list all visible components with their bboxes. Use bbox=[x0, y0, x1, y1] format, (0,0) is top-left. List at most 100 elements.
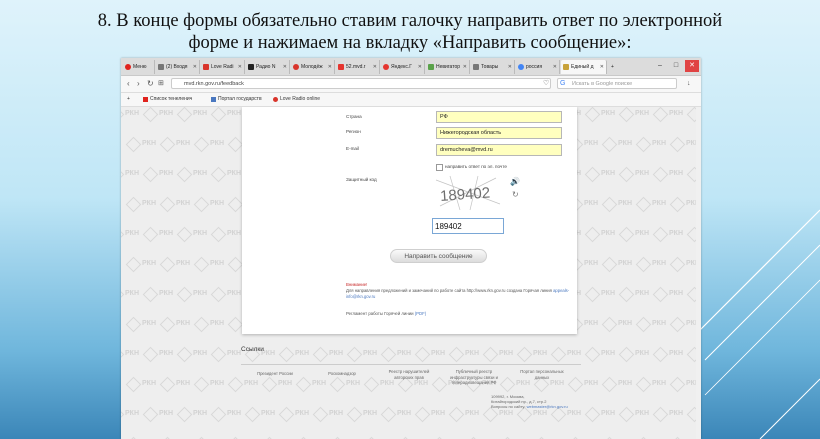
watermark-emblem bbox=[210, 286, 227, 303]
tab-close-icon[interactable]: ✕ bbox=[238, 60, 242, 74]
tab-yandex[interactable]: Яндекс.Г ✕ bbox=[381, 60, 425, 74]
footer-link-copyright-registry[interactable]: Реестр нарушителей авторских прав bbox=[379, 369, 439, 380]
back-icon[interactable]: ‹ bbox=[127, 79, 130, 89]
add-bookmark-icon[interactable]: + bbox=[127, 93, 130, 106]
tab-close-icon[interactable]: ✕ bbox=[508, 60, 512, 74]
watermark-text: РКН bbox=[584, 200, 598, 207]
tab-close-icon[interactable]: ✕ bbox=[373, 60, 377, 74]
minimize-icon[interactable]: – bbox=[653, 60, 667, 72]
search-box[interactable]: Искать в Google поиске bbox=[557, 78, 677, 89]
reply-by-email-checkbox[interactable] bbox=[436, 164, 443, 171]
tab-close-icon[interactable]: ✕ bbox=[193, 60, 197, 74]
captcha-code: 189402 bbox=[440, 184, 491, 204]
watermark-text: РКН bbox=[669, 290, 683, 297]
bookmark-item[interactable]: Список тенеленич bbox=[143, 93, 192, 106]
tab-opera-menu[interactable]: Меню bbox=[123, 60, 155, 74]
tab-unified-portal-active[interactable]: Единый д ✕ bbox=[561, 60, 607, 74]
footer-link-president[interactable]: Президент России bbox=[245, 371, 305, 377]
tab-love-radio[interactable]: Love Radi ✕ bbox=[201, 60, 245, 74]
speed-dial-icon[interactable]: ⊞ bbox=[158, 79, 164, 89]
watermark-text: РКН bbox=[125, 110, 139, 117]
tab-close-icon[interactable]: ✕ bbox=[418, 60, 422, 74]
download-icon[interactable]: ↓ bbox=[687, 79, 691, 89]
watermark-emblem bbox=[601, 316, 618, 333]
refresh-captcha-icon[interactable]: ↻ bbox=[512, 190, 519, 199]
watermark-emblem bbox=[125, 136, 142, 153]
watermark-text: РКН bbox=[567, 350, 581, 357]
regulation-pdf-link[interactable]: (PDF) bbox=[415, 311, 426, 316]
tab-mail[interactable]: (2) Входя ✕ bbox=[156, 60, 200, 74]
tab-mvd[interactable]: 52.mvd.r ✕ bbox=[336, 60, 380, 74]
bookmark-item[interactable]: Love Radio online bbox=[273, 93, 320, 106]
watermark-text: РКН bbox=[601, 350, 615, 357]
footer-link-rkn[interactable]: Роскомнадзор bbox=[317, 371, 367, 377]
watermark-emblem bbox=[125, 256, 142, 273]
watermark-text: РКН bbox=[499, 410, 513, 417]
watermark-emblem bbox=[584, 226, 601, 243]
watermark-emblem bbox=[584, 406, 601, 423]
map-pin-icon bbox=[383, 64, 389, 70]
watermark-emblem bbox=[482, 406, 499, 423]
close-window-icon[interactable]: ✕ bbox=[685, 60, 699, 72]
watermark-emblem bbox=[142, 107, 159, 123]
tab-google-russia[interactable]: россия ✕ bbox=[516, 60, 560, 74]
bookmark-item[interactable]: Портал государств bbox=[211, 93, 262, 106]
region-field[interactable]: Нижегородская область bbox=[436, 127, 562, 139]
email-label: E-mail bbox=[346, 146, 360, 151]
watermark-text: РКН bbox=[584, 380, 598, 387]
footer-contact-prefix: Вопросы по сайту: bbox=[491, 404, 526, 409]
captcha-input[interactable]: 189402 bbox=[432, 218, 504, 234]
watermark-text: РКН bbox=[193, 410, 207, 417]
watermark-emblem bbox=[159, 256, 176, 273]
watermark-emblem bbox=[312, 406, 329, 423]
tab-close-icon[interactable]: ✕ bbox=[328, 60, 332, 74]
email-field[interactable]: dremucheva@mvd.ru bbox=[436, 144, 562, 156]
watermark-text: РКН bbox=[635, 170, 649, 177]
watermark-emblem bbox=[652, 406, 669, 423]
watermark-text: РКН bbox=[142, 140, 156, 147]
watermark-emblem bbox=[121, 346, 125, 363]
watermark-emblem bbox=[618, 107, 635, 123]
watermark-text: РКН bbox=[533, 410, 547, 417]
tab-close-icon[interactable]: ✕ bbox=[463, 60, 467, 74]
tab-youth[interactable]: Молодёж ✕ bbox=[291, 60, 335, 74]
tab-radio[interactable]: Радио N ✕ bbox=[246, 60, 290, 74]
tab-close-icon[interactable]: ✕ bbox=[600, 60, 604, 74]
watermark-text: РКН bbox=[635, 290, 649, 297]
maximize-icon[interactable]: □ bbox=[669, 60, 683, 72]
tab-navigator[interactable]: Невигатор ✕ bbox=[426, 60, 470, 74]
forward-icon[interactable]: › bbox=[137, 79, 140, 89]
send-message-button[interactable]: Направить сообщение bbox=[390, 249, 487, 263]
watermark-emblem bbox=[121, 107, 125, 123]
watermark-emblem bbox=[601, 196, 618, 213]
watermark-text: РКН bbox=[635, 110, 649, 117]
heart-icon[interactable]: ♡ bbox=[543, 79, 549, 89]
watermark-text: РКН bbox=[176, 260, 190, 267]
links-divider bbox=[241, 364, 581, 365]
captcha-label: Защитный код bbox=[346, 177, 377, 182]
watermark-text: РКН bbox=[652, 200, 666, 207]
tab-close-icon[interactable]: ✕ bbox=[283, 60, 287, 74]
hotline-regulation: Регламент работы Горячей линии (PDF) bbox=[346, 311, 426, 316]
watermark-emblem bbox=[210, 166, 227, 183]
watermark-emblem bbox=[380, 346, 397, 363]
watermark-text: РКН bbox=[499, 350, 513, 357]
yandex-icon bbox=[338, 64, 344, 70]
watermark-text: РКН bbox=[176, 320, 190, 327]
footer-link-infrastructure-registry[interactable]: Публичный реестр инфраструктуры связи и … bbox=[443, 369, 505, 386]
audio-captcha-icon[interactable]: 🔊 bbox=[510, 177, 520, 186]
scrollbar[interactable] bbox=[696, 107, 701, 439]
tab-goods[interactable]: Товары ✕ bbox=[471, 60, 515, 74]
watermark-emblem bbox=[159, 136, 176, 153]
reload-icon[interactable]: ↻ bbox=[147, 79, 154, 89]
new-tab-button[interactable]: + bbox=[609, 60, 621, 74]
address-bar[interactable]: mvd.rkn.gov.ru/feedback bbox=[171, 78, 551, 89]
watermark-text: РКН bbox=[142, 380, 156, 387]
watermark-emblem bbox=[618, 226, 635, 243]
watermark-emblem bbox=[193, 376, 210, 393]
footer-link-personal-data[interactable]: Портал персональных данных bbox=[513, 369, 571, 380]
footer-contact-email[interactable]: webmaster@rkn.gov.ru bbox=[527, 404, 568, 409]
watermark-text: РКН bbox=[669, 410, 683, 417]
country-field[interactable]: РФ bbox=[436, 111, 562, 123]
tab-close-icon[interactable]: ✕ bbox=[553, 60, 557, 74]
